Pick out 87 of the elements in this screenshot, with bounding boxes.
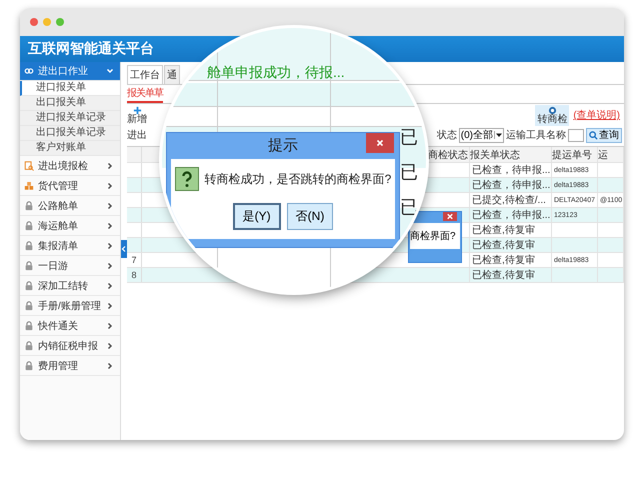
app-title: 互联网智能通关平台 [28, 40, 154, 58]
tab[interactable]: 工作台 [127, 65, 163, 84]
sidebar-group[interactable]: 深加工结转 [20, 276, 120, 296]
status-select[interactable]: (0)全部 [458, 128, 504, 142]
lock-icon [24, 260, 34, 270]
column-header: 运 [598, 147, 624, 162]
sidebar-item[interactable]: 出口报关单 [20, 96, 120, 111]
eye-icon [548, 106, 557, 114]
table-cell-text: 已检查，待申报... [472, 208, 550, 222]
dropdown-caret-icon [494, 131, 503, 139]
chevron-right-icon [106, 242, 114, 250]
chevron-right-icon [106, 262, 114, 270]
subtab[interactable]: 报关单草 [127, 87, 163, 103]
transfer-button[interactable]: 转商检 [535, 104, 570, 126]
table-cell-text: 已检查,待复审 [472, 268, 535, 282]
search-icon [589, 130, 598, 140]
chevron-right-icon [106, 222, 114, 230]
column-header: 提运单号 [552, 147, 598, 162]
row-number: 8 [131, 270, 136, 280]
document-search-icon [24, 160, 34, 170]
sidebar-group[interactable]: 费用管理 [20, 356, 120, 376]
close-button[interactable] [366, 133, 394, 153]
sidebar-group[interactable]: 一日游 [20, 256, 120, 276]
table-cell-text: 已提交,待检查/... [472, 194, 546, 207]
column-header: 报关单状态 [470, 147, 552, 162]
sidebar-group[interactable]: 集报清单 [20, 236, 120, 256]
lock-icon [24, 300, 34, 310]
sidebar-item[interactable]: 进口报关单记录 [20, 111, 120, 126]
lock-icon [24, 200, 34, 210]
close-icon[interactable] [443, 212, 457, 221]
chevron-right-icon [106, 282, 114, 290]
help-link[interactable]: (查单说明) [573, 108, 620, 122]
chevron-right-icon [106, 182, 114, 190]
link-icon [24, 66, 34, 76]
chevron-right-icon [106, 342, 114, 350]
status-label: 状态 [436, 128, 457, 142]
chevron-right-icon [106, 302, 114, 310]
table-cell-text: 已检查，待申报... [472, 164, 550, 177]
sidebar-item[interactable]: 客户对账单 [20, 141, 120, 156]
minimize-dot-icon[interactable] [43, 18, 51, 26]
lock-icon [24, 320, 34, 330]
chevron-right-icon [106, 362, 114, 370]
table-cell-text: 已检查，待申报... [472, 178, 550, 192]
table-cell-text: 已检查,待复审 [472, 238, 535, 252]
sidebar-item[interactable]: 出口报关单记录 [20, 126, 120, 141]
boxes-icon [24, 180, 34, 190]
sidebar-group[interactable]: 货代管理 [20, 176, 120, 196]
tab[interactable]: 通 [164, 65, 180, 84]
table-cell-text: 已检查,待复审 [472, 254, 535, 267]
sidebar-group[interactable]: 进出口作业 [20, 62, 120, 81]
lock-icon [24, 360, 34, 370]
dialog-message: 转商检成功，是否跳转的商检界面? [204, 170, 392, 188]
sidebar-group[interactable]: 手册/账册管理 [20, 296, 120, 316]
chevron-right-icon [106, 202, 114, 210]
vehicle-input[interactable] [568, 128, 584, 142]
close-icon [375, 138, 385, 148]
chevron-down-icon [106, 67, 114, 75]
question-icon [174, 167, 199, 191]
sidebar-group[interactable]: 海运舱单 [20, 216, 120, 236]
table-cell: 已 [400, 163, 418, 181]
collapse-handle[interactable] [121, 240, 127, 258]
row-number: 7 [131, 255, 136, 265]
chevron-right-icon [106, 322, 114, 330]
sidebar-group[interactable]: 公路舱单 [20, 196, 120, 216]
sidebar-item[interactable]: 进口报关单 [20, 81, 120, 96]
sidebar-group[interactable]: 快件通关 [20, 316, 120, 336]
lock-icon [24, 220, 34, 230]
close-dot-icon[interactable] [30, 18, 38, 26]
dialog-title: 提示 [268, 136, 298, 154]
maximize-dot-icon[interactable] [56, 18, 64, 26]
sidebar-group[interactable]: 内销征税申报 [20, 336, 120, 356]
chevron-right-icon [106, 162, 114, 170]
lock-icon [24, 280, 34, 290]
lock-icon [24, 340, 34, 350]
plus-icon [132, 106, 142, 114]
sidebar-group[interactable]: 进出境报检 [20, 156, 120, 176]
lock-icon [24, 240, 34, 250]
status-message: 舱单申报成功，待报... [207, 64, 345, 82]
table-cell: 已 [400, 128, 418, 146]
dialog-button[interactable]: 否(N) [286, 203, 334, 230]
vehicle-label: 运输工具名称 [506, 128, 566, 142]
table-cell-text: 已检查,待复审 [472, 224, 535, 237]
filter-label: 进出 [127, 128, 147, 142]
dialog-button[interactable]: 是(Y) [232, 203, 281, 230]
new-button[interactable]: 新增 [127, 106, 147, 124]
query-button[interactable]: 查询 [586, 128, 622, 142]
dialog-message: 商检界面? [410, 223, 460, 249]
